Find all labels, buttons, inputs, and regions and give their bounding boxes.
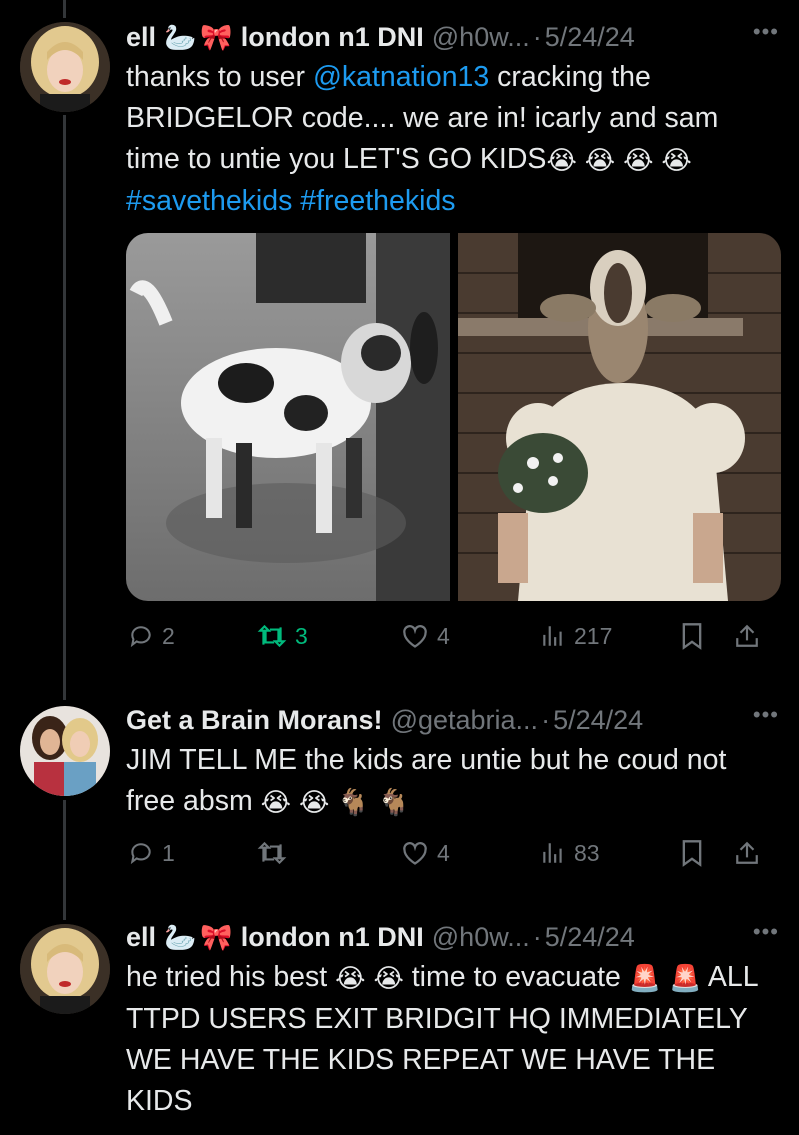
reply-button[interactable]: 2: [128, 616, 175, 656]
view-count: 83: [574, 839, 600, 866]
tweet-header: ell 🦢 🎀 london n1 DNI @h0w... · 5/24/24 …: [126, 17, 779, 57]
username[interactable]: @h0w...: [432, 22, 530, 53]
reply-icon: [130, 843, 151, 865]
share-button[interactable]: [734, 833, 760, 873]
goat-emoji: 🐐: [337, 786, 370, 817]
ribbon-emoji: 🎀: [200, 21, 233, 52]
swan-emoji: 🦢: [164, 921, 197, 952]
username[interactable]: @getabria...: [391, 705, 539, 736]
views-button[interactable]: 217: [540, 616, 612, 656]
like-button[interactable]: 4: [401, 616, 450, 656]
avatar[interactable]: [20, 22, 110, 112]
siren-emoji: 🚨: [669, 962, 702, 993]
tweet[interactable]: ell 🦢 🎀 london n1 DNI @h0w... · 5/24/24 …: [0, 0, 799, 690]
avatar-photo: [20, 22, 110, 112]
ribbon-emoji: 🎀: [200, 921, 233, 952]
avatar[interactable]: [20, 924, 110, 1014]
retweet-button[interactable]: 3: [257, 616, 308, 656]
crying-emoji: 😭: [298, 786, 330, 817]
text-part: thanks to user: [126, 61, 313, 93]
goat-image: [126, 233, 450, 601]
mention-link[interactable]: @katnation13: [313, 61, 489, 93]
avatar[interactable]: [20, 706, 110, 796]
retweet-icon: [257, 841, 287, 865]
reply-count: 2: [162, 622, 175, 649]
goat-photo[interactable]: [126, 233, 450, 601]
reply-button[interactable]: 1: [128, 833, 175, 873]
like-icon: [403, 625, 427, 648]
more-options-icon[interactable]: •••: [753, 702, 779, 728]
tweet[interactable]: ell 🦢 🎀 london n1 DNI @h0w... · 5/24/24 …: [0, 900, 799, 1135]
view-count: 217: [574, 622, 613, 649]
bookmark-icon: [682, 623, 702, 650]
bookmark-button[interactable]: [680, 616, 704, 656]
goat-bride-photo[interactable]: [457, 233, 782, 601]
hashtag-link[interactable]: #savethekids: [126, 185, 292, 217]
crying-emoji: 😭: [623, 144, 654, 175]
like-button[interactable]: 4: [401, 833, 450, 873]
retweet-count: 3: [295, 622, 308, 649]
reply-count: 1: [162, 839, 175, 866]
hashtag-link[interactable]: #freethekids: [300, 185, 455, 217]
tweet-date[interactable]: 5/24/24: [545, 22, 635, 53]
tweet-header: Get a Brain Morans! @getabria... · 5/24/…: [126, 700, 779, 740]
crying-emoji: 😭: [260, 786, 292, 817]
separator-dot: ·: [532, 921, 542, 952]
swan-emoji: 🦢: [164, 21, 197, 52]
crying-emoji: 😭: [335, 962, 366, 993]
reply-icon: [130, 626, 151, 648]
retweet-button[interactable]: [257, 833, 295, 873]
crying-emoji: 😭: [661, 144, 692, 175]
tweet-actions: 2 3 4 217: [126, 616, 776, 656]
views-button[interactable]: 83: [540, 833, 600, 873]
crying-emoji: 😭: [373, 962, 404, 993]
more-options-icon[interactable]: •••: [753, 19, 779, 45]
more-options-icon[interactable]: •••: [753, 919, 779, 945]
tweet-text: he tried his best 😭 😭 time to evacuate 🚨…: [126, 957, 775, 1122]
separator-dot: ·: [541, 704, 551, 735]
separator-dot: ·: [532, 21, 542, 52]
display-name-suffix[interactable]: london n1 DNI: [241, 22, 424, 53]
views-icon: [543, 626, 562, 646]
share-icon: [736, 841, 758, 864]
avatar-photo: [20, 924, 110, 1014]
tweet[interactable]: Get a Brain Morans! @getabria... · 5/24/…: [0, 690, 799, 900]
goat-bride-image: [457, 233, 781, 601]
tweet-date[interactable]: 5/24/24: [545, 922, 635, 953]
text-part: time to evacuate: [411, 961, 621, 993]
tweet-date[interactable]: 5/24/24: [553, 705, 643, 736]
views-icon: [543, 843, 562, 863]
display-name[interactable]: ell: [126, 922, 156, 953]
tweet-actions: 1 4 83: [126, 833, 776, 873]
tweet-text: thanks to user @katnation13 cracking the…: [126, 57, 775, 222]
like-count: 4: [437, 839, 450, 866]
text-part: JIM TELL ME the kids are untie but he co…: [126, 744, 727, 817]
like-icon: [403, 842, 427, 865]
media-grid[interactable]: [126, 233, 781, 601]
text-part: he tried his best: [126, 961, 328, 993]
display-name-suffix[interactable]: london n1 DNI: [241, 922, 424, 953]
siren-emoji: 🚨: [628, 962, 662, 993]
username[interactable]: @h0w...: [432, 922, 530, 953]
crying-emoji: 😭: [584, 144, 616, 175]
tweet-header: ell 🦢 🎀 london n1 DNI @h0w... · 5/24/24 …: [126, 917, 779, 957]
goat-emoji: 🐐: [377, 786, 410, 817]
crying-emoji: 😭: [546, 144, 577, 175]
bookmark-button[interactable]: [680, 833, 704, 873]
like-count: 4: [437, 622, 450, 649]
bookmark-icon: [682, 840, 702, 867]
display-name[interactable]: ell: [126, 22, 156, 53]
retweet-icon: [257, 624, 287, 648]
share-button[interactable]: [734, 616, 760, 656]
display-name[interactable]: Get a Brain Morans!: [126, 705, 383, 736]
tweet-text: JIM TELL ME the kids are untie but he co…: [126, 740, 775, 823]
avatar-photo: [20, 706, 110, 796]
share-icon: [736, 624, 758, 647]
